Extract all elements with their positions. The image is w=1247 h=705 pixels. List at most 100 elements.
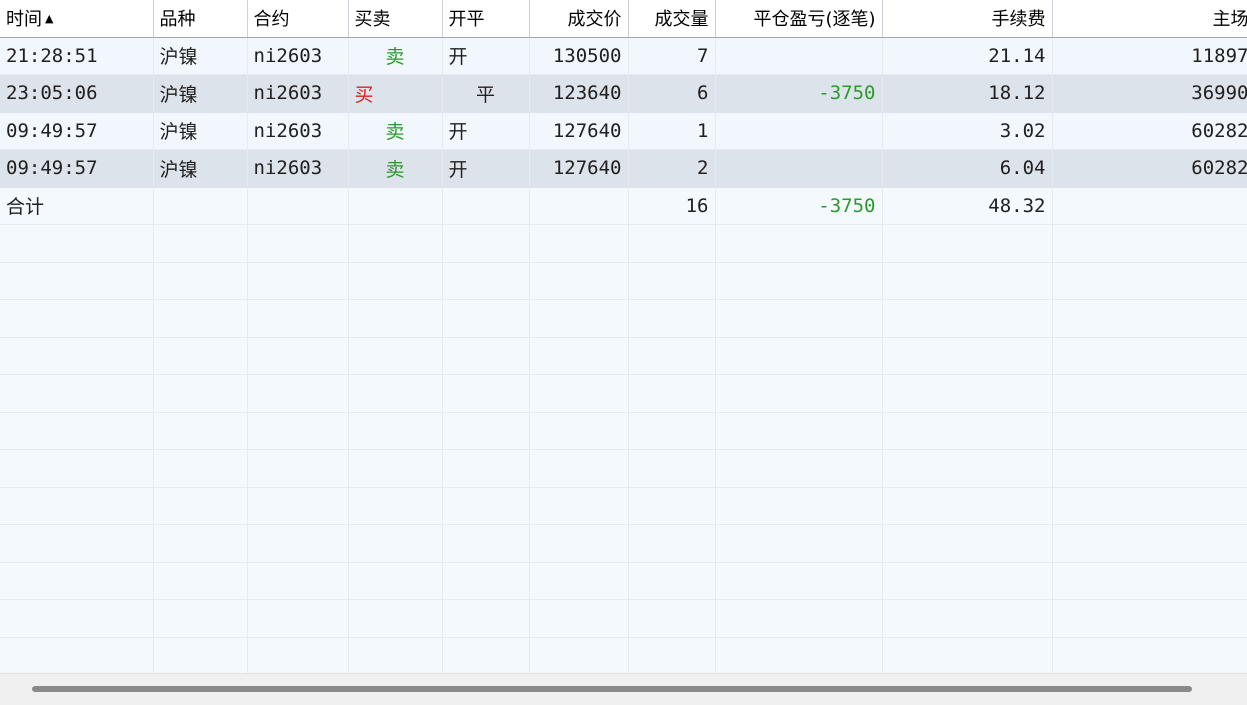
empty-cell [247, 262, 349, 300]
empty-cell [1052, 524, 1247, 563]
empty-cell [882, 562, 1053, 600]
empty-cell [0, 562, 154, 600]
scrollbar-thumb[interactable] [32, 686, 1192, 692]
column-header-fee[interactable]: 手续费 [882, 0, 1053, 38]
column-header-pnl-label: 平仓盈亏(逐笔) [753, 9, 876, 31]
empty-cell [153, 562, 248, 600]
empty-cell [1052, 374, 1247, 413]
column-header-volume-label: 成交量 [654, 9, 709, 31]
empty-row [0, 599, 1247, 638]
empty-row [0, 337, 1247, 375]
column-header-contract[interactable]: 合约 [247, 0, 349, 38]
empty-cell [348, 187, 443, 225]
trade-records-table: 时间 ▲ 品种 合约 买卖 开平 成交价 成交量 平仓盈亏(逐笔) 手续费 主场 … [0, 0, 1247, 675]
cell-price: 127640 [529, 112, 629, 150]
cell-direction: 卖 [348, 149, 443, 188]
empty-cell [0, 637, 154, 675]
cell-exchange-id: 60282 [1052, 149, 1247, 188]
empty-cell [348, 487, 443, 525]
empty-cell [715, 562, 883, 600]
empty-cell [247, 374, 349, 413]
empty-cell [348, 224, 443, 263]
cell-fee: 3.02 [882, 112, 1053, 150]
column-header-exchange-id-label: 主场 [1212, 9, 1247, 31]
cell-contract: ni2603 [247, 37, 349, 75]
empty-cell [1052, 487, 1247, 525]
empty-cell [0, 449, 154, 488]
cell-exchange-id: 11897 [1052, 37, 1247, 75]
empty-cell [442, 412, 530, 450]
table-row[interactable]: 21:28:51 沪镍 ni2603 卖 开 130500 7 21.14 11… [0, 37, 1247, 75]
cell-offset: 平 [442, 74, 530, 113]
cell-variety: 沪镍 [153, 112, 248, 150]
column-header-volume[interactable]: 成交量 [628, 0, 716, 38]
empty-cell [1052, 224, 1247, 263]
empty-cell [348, 524, 443, 563]
empty-cell [628, 487, 716, 525]
empty-cell [442, 599, 530, 638]
cell-volume: 2 [628, 149, 716, 188]
cell-pnl [715, 37, 883, 75]
empty-cell [348, 449, 443, 488]
empty-cell [348, 374, 443, 413]
column-header-time[interactable]: 时间 ▲ [0, 0, 154, 38]
cell-time: 21:28:51 [0, 37, 154, 75]
cell-contract: ni2603 [247, 74, 349, 113]
empty-cell [247, 487, 349, 525]
empty-cell [247, 449, 349, 488]
empty-cell [715, 337, 883, 375]
column-header-offset[interactable]: 开平 [442, 0, 530, 38]
empty-cell [628, 299, 716, 338]
empty-cell [1052, 599, 1247, 638]
cell-contract: ni2603 [247, 112, 349, 150]
table-row[interactable]: 09:49:57 沪镍 ni2603 卖 开 127640 2 6.04 602… [0, 149, 1247, 188]
empty-cell [442, 487, 530, 525]
column-header-variety[interactable]: 品种 [153, 0, 248, 38]
empty-cell [442, 337, 530, 375]
empty-row [0, 299, 1247, 338]
empty-cell [247, 337, 349, 375]
table-row[interactable]: 23:05:06 沪镍 ni2603 买 平 123640 6 -3750 18… [0, 74, 1247, 113]
column-header-direction-label: 买卖 [354, 9, 391, 31]
total-pnl: -3750 [715, 187, 883, 225]
empty-cell [153, 262, 248, 300]
cell-volume: 1 [628, 112, 716, 150]
cell-exchange-id: 60282 [1052, 112, 1247, 150]
empty-cell [1052, 637, 1247, 675]
cell-exchange-id: 36990 [1052, 74, 1247, 113]
cell-variety: 沪镍 [153, 149, 248, 188]
column-header-direction[interactable]: 买卖 [348, 0, 443, 38]
empty-cell [882, 599, 1053, 638]
table-header-row: 时间 ▲ 品种 合约 买卖 开平 成交价 成交量 平仓盈亏(逐笔) 手续费 主场 [0, 0, 1247, 38]
empty-cell [0, 224, 154, 263]
empty-cell [715, 487, 883, 525]
column-header-offset-label: 开平 [448, 9, 485, 31]
empty-cell [882, 524, 1053, 563]
column-header-price[interactable]: 成交价 [529, 0, 629, 38]
empty-cell [1052, 299, 1247, 338]
empty-rows [0, 224, 1247, 675]
empty-cell [153, 299, 248, 338]
empty-cell [153, 224, 248, 263]
total-row: 合计 16 -3750 48.32 [0, 187, 1247, 225]
empty-cell [882, 412, 1053, 450]
horizontal-scrollbar[interactable] [0, 673, 1247, 705]
empty-cell [882, 374, 1053, 413]
empty-cell [1052, 337, 1247, 375]
empty-cell [628, 412, 716, 450]
empty-cell [715, 599, 883, 638]
column-header-pnl[interactable]: 平仓盈亏(逐笔) [715, 0, 883, 38]
trade-records-window: 时间 ▲ 品种 合约 买卖 开平 成交价 成交量 平仓盈亏(逐笔) 手续费 主场 … [0, 0, 1247, 705]
cell-price: 130500 [529, 37, 629, 75]
cell-fee: 18.12 [882, 74, 1053, 113]
empty-cell [628, 562, 716, 600]
table-row[interactable]: 09:49:57 沪镍 ni2603 卖 开 127640 1 3.02 602… [0, 112, 1247, 150]
cell-pnl [715, 112, 883, 150]
empty-cell [628, 599, 716, 638]
empty-cell [348, 562, 443, 600]
empty-cell [348, 337, 443, 375]
empty-cell [247, 637, 349, 675]
sort-ascending-icon: ▲ [45, 12, 54, 26]
empty-cell [529, 599, 629, 638]
column-header-exchange-id[interactable]: 主场 [1052, 0, 1247, 38]
